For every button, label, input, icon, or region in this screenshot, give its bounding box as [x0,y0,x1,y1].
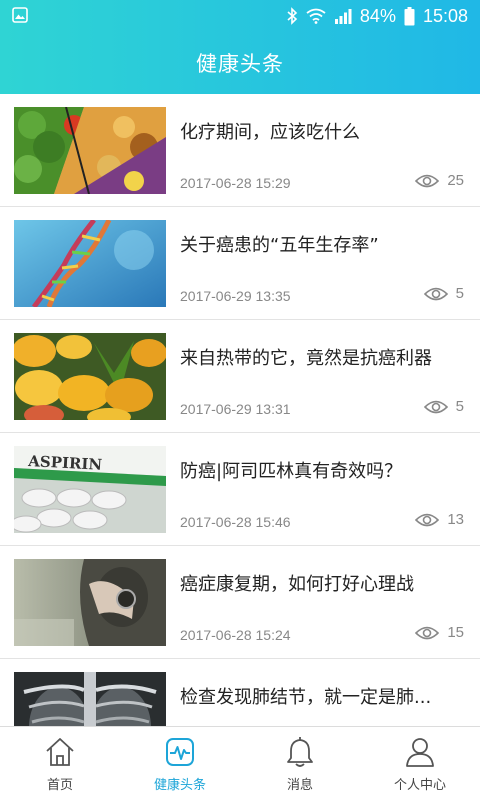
tab-home[interactable]: 首页 [0,727,120,800]
gallery-notification-icon [12,7,28,23]
signal-icon [334,9,352,24]
eye-icon [423,287,448,300]
clock: 15:08 [422,5,468,26]
tab-label: 首页 [46,778,73,793]
article-title[interactable]: 检查发现肺结节，就一定是肺... [180,683,465,709]
eye-icon [415,513,440,526]
eye-icon [415,174,440,187]
dna-image [14,220,166,307]
view-count-value: 5 [455,285,464,302]
view-count: 5 [423,285,464,302]
vegetables-image [14,107,166,194]
article-title[interactable]: 来自热带的它，竟然是抗癌利器 [180,344,465,370]
bottom-tab-bar: 首页 健康头条 消息 个人中心 [0,726,480,800]
article-feed[interactable]: 化疗期间，应该吃什么 2017-06-28 15:29 25 关于癌患的“五年生… [0,94,480,726]
article-title[interactable]: 化疗期间，应该吃什么 [180,118,465,144]
tab-messages[interactable]: 消息 [240,727,360,800]
view-count-value: 13 [447,511,464,528]
article-date: 2017-06-29 13:31 [180,401,291,417]
mango-image [14,333,166,420]
person-icon [406,738,434,767]
article-date: 2017-06-28 15:24 [180,627,291,643]
article-date: 2017-06-29 13:35 [180,288,291,304]
bluetooth-icon [287,7,298,25]
aspirin-image: ASPIRIN [14,446,166,533]
view-count-value: 25 [447,172,464,189]
title-bar: 健康头条 [0,32,480,94]
article-item[interactable]: 癌症康复期，如何打好心理战 2017-06-28 15:24 15 [0,546,480,659]
battery-icon [404,6,415,25]
tab-profile[interactable]: 个人中心 [360,727,480,800]
article-item[interactable]: 检查发现肺结节，就一定是肺... [0,659,480,726]
article-item[interactable]: ASPIRIN 防癌|阿司匹林真有奇效吗？ 2017-06-28 15:46 1… [0,433,480,546]
bell-icon [287,737,313,767]
battery-percentage: 84% [359,5,396,26]
article-title[interactable]: 防癌|阿司匹林真有奇效吗？ [180,457,465,483]
tab-label: 健康头条 [153,778,206,793]
article-title[interactable]: 关于癌患的“五年生存率” [180,231,465,257]
article-item[interactable]: 来自热带的它，竟然是抗癌利器 2017-06-29 13:31 5 [0,320,480,433]
view-count-value: 15 [447,624,464,641]
article-item[interactable]: 化疗期间，应该吃什么 2017-06-28 15:29 25 [0,94,480,207]
woman-image [14,559,166,646]
view-count: 15 [415,624,464,641]
status-bar: 84% 15:08 [0,0,480,32]
article-title[interactable]: 癌症康复期，如何打好心理战 [180,570,465,596]
tab-label: 消息 [286,778,313,793]
xray-image [14,672,166,726]
article-date: 2017-06-28 15:46 [180,514,291,530]
view-count-value: 5 [455,398,464,415]
view-count: 13 [415,511,464,528]
page-title: 健康头条 [196,52,284,76]
wifi-icon [306,8,326,24]
article-item[interactable]: 关于癌患的“五年生存率” 2017-06-29 13:35 5 [0,207,480,320]
tab-health-news[interactable]: 健康头条 [120,727,240,800]
view-count: 5 [423,398,464,415]
article-date: 2017-06-28 15:29 [180,175,291,191]
health-icon [166,738,194,766]
view-count: 25 [415,172,464,189]
eye-icon [415,626,440,639]
home-icon [46,738,74,766]
eye-icon [423,400,448,413]
tab-label: 个人中心 [393,778,446,793]
